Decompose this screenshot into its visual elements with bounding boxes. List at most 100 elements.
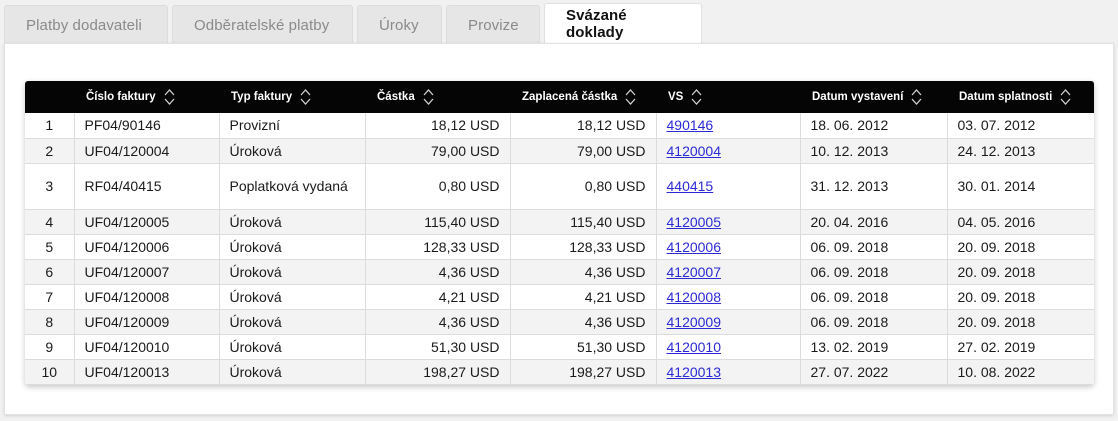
vs-link[interactable]: 440415 [667,178,714,194]
row-index: 7 [25,284,75,310]
row-index: 2 [25,138,75,164]
invoice-type-cell: Úroková [219,209,366,235]
sort-icon[interactable] [691,88,702,106]
due-date-cell: 03. 07. 2012 [947,113,1094,139]
header-due-date[interactable]: Datum splatnosti [947,81,1094,113]
tab-panel: Číslo faktury Typ faktury Částka Zaplace… [4,43,1114,415]
sort-icon[interactable] [164,88,175,106]
invoice-type-cell: Úroková [219,309,366,335]
amount-cell: 51,30 USD [365,334,511,360]
table-row: 3 RF04/40415 Poplatková vydaná 0,80 USD 0,80… [25,163,1094,210]
vs-link[interactable]: 4120009 [667,314,722,330]
table-row: 4 UF04/120005 Úroková 115,40 USD 115,40 USD 4… [25,209,1094,235]
table-row: 7 UF04/120008 Úroková 4,21 USD 4,21 USD 41200… [25,284,1094,310]
invoice-number-cell: RF04/40415 [74,163,220,210]
invoice-type-cell: Úroková [219,234,366,260]
invoice-number-cell: UF04/120010 [74,334,220,360]
header-amount[interactable]: Částka [365,81,510,113]
due-date-cell: 30. 01. 2014 [947,163,1094,210]
invoice-number-cell: PF04/90146 [74,113,220,139]
paid-amount-cell: 51,30 USD [510,334,657,360]
tab-provize[interactable]: Provize [446,5,540,44]
issue-date-cell: 06. 09. 2018 [800,284,948,310]
due-date-cell: 24. 12. 2013 [947,138,1094,164]
header-issue-date[interactable]: Datum vystavení [800,81,947,113]
header-paid-amount[interactable]: Zaplacená částka [510,81,656,113]
due-date-cell: 10. 08. 2022 [947,359,1094,385]
vs-cell: 4120005 [656,209,801,235]
due-date-cell: 27. 02. 2019 [947,334,1094,360]
vs-cell: 4120010 [656,334,801,360]
vs-link[interactable]: 4120005 [667,214,722,230]
sort-icon[interactable] [423,88,434,106]
vs-link[interactable]: 4120008 [667,289,722,305]
paid-amount-cell: 18,12 USD [510,113,657,139]
paid-amount-cell: 128,33 USD [510,234,657,260]
header-invoice-number[interactable]: Číslo faktury [74,81,219,113]
sort-icon[interactable] [1060,88,1071,106]
row-index: 9 [25,334,75,360]
tab-platby-dodavateli[interactable]: Platby dodavateli [4,5,168,44]
table-row: 1 PF04/90146 Provizní 18,12 USD 18,12 USD 490… [25,113,1094,139]
tab-svazane-doklady[interactable]: Svázané doklady [544,3,702,44]
amount-cell: 79,00 USD [365,138,511,164]
amount-cell: 198,27 USD [365,359,511,385]
issue-date-cell: 06. 09. 2018 [800,309,948,335]
tab-uroky[interactable]: Úroky [357,5,442,44]
paid-amount-cell: 4,36 USD [510,259,657,285]
issue-date-cell: 06. 09. 2018 [800,234,948,260]
invoice-type-cell: Úroková [219,138,366,164]
paid-amount-cell: 4,36 USD [510,309,657,335]
table-row: 10 UF04/120013 Úroková 198,27 USD 198,27 USD… [25,359,1094,385]
row-index: 6 [25,259,75,285]
paid-amount-cell: 79,00 USD [510,138,657,164]
invoice-number-cell: UF04/120013 [74,359,220,385]
header-vs[interactable]: VS [656,81,800,113]
linked-documents-table-wrapper: Číslo faktury Typ faktury Částka Zaplace… [25,81,1094,385]
paid-amount-cell: 4,21 USD [510,284,657,310]
row-index: 4 [25,209,75,235]
vs-link[interactable]: 4120004 [667,143,722,159]
issue-date-cell: 10. 12. 2013 [800,138,948,164]
vs-link[interactable]: 490146 [667,117,714,133]
table-body: 1 PF04/90146 Provizní 18,12 USD 18,12 USD 490… [25,113,1094,385]
invoice-number-cell: UF04/120008 [74,284,220,310]
issue-date-cell: 18. 06. 2012 [800,113,948,139]
invoice-number-cell: UF04/120009 [74,309,220,335]
invoice-type-cell: Provizní [219,113,366,139]
invoice-number-cell: UF04/120007 [74,259,220,285]
header-index [25,81,74,113]
paid-amount-cell: 115,40 USD [510,209,657,235]
invoice-number-cell: UF04/120004 [74,138,220,164]
amount-cell: 115,40 USD [365,209,511,235]
vs-link[interactable]: 4120007 [667,264,722,280]
amount-cell: 4,21 USD [365,284,511,310]
sort-icon[interactable] [911,88,922,106]
header-invoice-type[interactable]: Typ faktury [219,81,365,113]
table-row: 8 UF04/120009 Úroková 4,36 USD 4,36 USD 41200… [25,309,1094,335]
vs-link[interactable]: 4120013 [667,364,722,380]
row-index: 10 [25,359,75,385]
vs-link[interactable]: 4120010 [667,339,722,355]
table-header-row: Číslo faktury Typ faktury Částka Zaplace… [25,81,1094,113]
vs-cell: 4120007 [656,259,801,285]
invoice-type-cell: Úroková [219,259,366,285]
amount-cell: 4,36 USD [365,309,511,335]
sort-icon[interactable] [300,88,311,106]
vs-cell: 440415 [656,163,801,210]
invoice-type-cell: Úroková [219,359,366,385]
table-row: 6 UF04/120007 Úroková 4,36 USD 4,36 USD 41200… [25,259,1094,285]
amount-cell: 4,36 USD [365,259,511,285]
tab-odberatelske-platby[interactable]: Odběratelské platby [172,5,353,44]
issue-date-cell: 06. 09. 2018 [800,259,948,285]
vs-link[interactable]: 4120006 [667,239,722,255]
invoice-number-cell: UF04/120006 [74,234,220,260]
row-index: 1 [25,113,75,139]
vs-cell: 4120009 [656,309,801,335]
amount-cell: 18,12 USD [365,113,511,139]
due-date-cell: 20. 09. 2018 [947,234,1094,260]
row-index: 5 [25,234,75,260]
vs-cell: 4120008 [656,284,801,310]
sort-icon[interactable] [625,88,636,106]
amount-cell: 0,80 USD [365,163,511,210]
